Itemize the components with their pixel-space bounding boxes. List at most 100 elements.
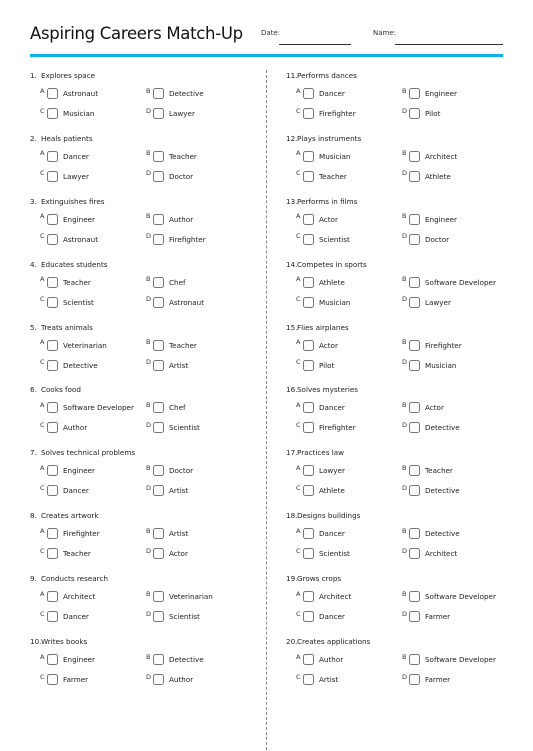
answer-option-d[interactable]: D Astronaut <box>146 295 204 308</box>
answer-option-d[interactable]: D Author <box>146 673 193 686</box>
answer-checkbox[interactable] <box>153 170 164 182</box>
answer-checkbox[interactable] <box>303 485 314 497</box>
answer-option-d[interactable]: D Detective <box>402 421 460 434</box>
answer-checkbox[interactable] <box>47 422 58 434</box>
answer-checkbox[interactable] <box>303 150 314 162</box>
answer-option-c[interactable]: C Firefighter <box>296 107 356 119</box>
answer-checkbox[interactable] <box>153 339 164 351</box>
answer-option-c[interactable]: C Detective <box>40 358 98 371</box>
answer-checkbox[interactable] <box>47 528 58 540</box>
answer-option-c[interactable]: C Farmer <box>40 673 88 686</box>
answer-checkbox[interactable] <box>409 170 420 182</box>
answer-checkbox[interactable] <box>47 611 58 623</box>
answer-option-c[interactable]: C Firefighter <box>296 421 356 434</box>
answer-option-a[interactable]: A Architect <box>296 590 351 603</box>
answer-checkbox[interactable] <box>409 108 420 119</box>
answer-checkbox[interactable] <box>303 276 314 288</box>
answer-option-a[interactable]: A Lawyer <box>296 464 345 477</box>
answer-option-b[interactable]: B Engineer <box>402 87 457 99</box>
answer-checkbox[interactable] <box>47 339 58 351</box>
answer-option-a[interactable]: A Dancer <box>296 527 345 540</box>
answer-checkbox[interactable] <box>303 591 314 603</box>
answer-checkbox[interactable] <box>303 654 314 666</box>
answer-option-c[interactable]: C Artist <box>296 673 338 686</box>
answer-checkbox[interactable] <box>409 296 420 308</box>
answer-checkbox[interactable] <box>303 339 314 351</box>
answer-checkbox[interactable] <box>47 170 58 182</box>
answer-checkbox[interactable] <box>47 548 58 560</box>
answer-checkbox[interactable] <box>153 654 164 666</box>
answer-option-a[interactable]: A Software Developer <box>40 401 134 414</box>
answer-option-d[interactable]: D Scientist <box>146 610 200 623</box>
answer-option-c[interactable]: C Pilot <box>296 358 334 371</box>
answer-checkbox[interactable] <box>303 108 314 119</box>
answer-option-c[interactable]: C Scientist <box>296 232 350 245</box>
answer-checkbox[interactable] <box>303 233 314 245</box>
answer-option-d[interactable]: D Scientist <box>146 421 200 434</box>
answer-option-b[interactable]: B Teacher <box>146 149 197 162</box>
answer-option-c[interactable]: C Dancer <box>40 484 89 497</box>
answer-option-b[interactable]: B Teacher <box>402 464 453 477</box>
answer-option-d[interactable]: D Doctor <box>146 169 193 182</box>
answer-checkbox[interactable] <box>409 485 420 497</box>
answer-option-b[interactable]: B Firefighter <box>402 338 462 351</box>
answer-option-b[interactable]: B Actor <box>402 401 444 414</box>
answer-checkbox[interactable] <box>47 674 58 686</box>
answer-checkbox[interactable] <box>303 359 314 371</box>
answer-checkbox[interactable] <box>409 611 420 623</box>
answer-option-d[interactable]: D Detective <box>402 484 460 497</box>
answer-checkbox[interactable] <box>409 213 420 225</box>
answer-checkbox[interactable] <box>303 213 314 225</box>
answer-option-c[interactable]: C Scientist <box>296 547 350 560</box>
answer-option-b[interactable]: B Author <box>146 212 193 225</box>
answer-checkbox[interactable] <box>303 548 314 560</box>
answer-option-c[interactable]: C Musician <box>296 295 350 308</box>
answer-option-d[interactable]: D Architect <box>402 547 457 560</box>
answer-option-c[interactable]: C Teacher <box>296 169 347 182</box>
answer-checkbox[interactable] <box>153 591 164 603</box>
answer-option-b[interactable]: B Software Developer <box>402 653 496 666</box>
answer-checkbox[interactable] <box>153 150 164 162</box>
answer-checkbox[interactable] <box>153 485 164 497</box>
answer-option-a[interactable]: A Actor <box>296 212 338 225</box>
answer-option-a[interactable]: A Architect <box>40 590 95 603</box>
answer-checkbox[interactable] <box>303 465 314 477</box>
answer-checkbox[interactable] <box>47 359 58 371</box>
answer-checkbox[interactable] <box>153 402 164 414</box>
answer-checkbox[interactable] <box>47 276 58 288</box>
answer-checkbox[interactable] <box>409 654 420 666</box>
answer-option-c[interactable]: C Athlete <box>296 484 345 497</box>
answer-option-a[interactable]: A Musician <box>296 149 350 162</box>
answer-checkbox[interactable] <box>47 485 58 497</box>
answer-option-a[interactable]: A Astronaut <box>40 87 98 99</box>
answer-option-b[interactable]: B Artist <box>146 527 188 540</box>
answer-option-a[interactable]: A Veterinarian <box>40 338 107 351</box>
answer-checkbox[interactable] <box>153 276 164 288</box>
answer-checkbox[interactable] <box>47 654 58 666</box>
answer-option-b[interactable]: B Doctor <box>146 464 193 477</box>
answer-option-c[interactable]: C Dancer <box>296 610 345 623</box>
answer-option-a[interactable]: A Dancer <box>296 87 345 99</box>
answer-option-d[interactable]: D Firefighter <box>146 232 206 245</box>
answer-checkbox[interactable] <box>409 150 420 162</box>
answer-checkbox[interactable] <box>153 611 164 623</box>
answer-checkbox[interactable] <box>153 422 164 434</box>
answer-checkbox[interactable] <box>153 233 164 245</box>
answer-checkbox[interactable] <box>153 88 164 99</box>
answer-option-d[interactable]: D Athlete <box>402 169 451 182</box>
answer-checkbox[interactable] <box>153 108 164 119</box>
answer-option-b[interactable]: B Veterinarian <box>146 590 213 603</box>
answer-checkbox[interactable] <box>303 528 314 540</box>
answer-checkbox[interactable] <box>47 233 58 245</box>
answer-checkbox[interactable] <box>153 548 164 560</box>
answer-option-b[interactable]: B Software Developer <box>402 590 496 603</box>
answer-checkbox[interactable] <box>47 402 58 414</box>
answer-checkbox[interactable] <box>47 108 58 119</box>
answer-checkbox[interactable] <box>409 465 420 477</box>
answer-option-a[interactable]: A Athlete <box>296 275 345 288</box>
answer-checkbox[interactable] <box>409 402 420 414</box>
answer-checkbox[interactable] <box>409 591 420 603</box>
answer-option-d[interactable]: D Doctor <box>402 232 449 245</box>
answer-option-d[interactable]: D Musician <box>402 358 456 371</box>
answer-checkbox[interactable] <box>47 591 58 603</box>
